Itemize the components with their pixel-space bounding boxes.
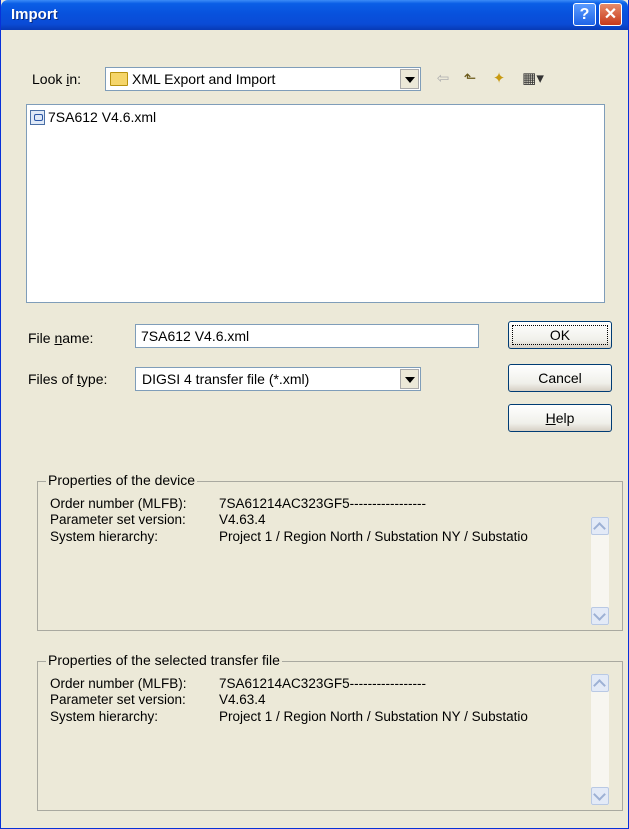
device-properties-group: Properties of the device Order number (M… <box>37 472 623 631</box>
window-title: Import <box>11 6 58 23</box>
scroll-up-icon[interactable] <box>591 517 609 535</box>
transfer-hierarchy-label: System hierarchy: <box>50 709 159 724</box>
import-dialog: Import ? ✕ Look in: XML Export and Impor… <box>0 0 629 829</box>
file-list[interactable]: 7SA612 V4.6.xml <box>26 104 605 303</box>
look-in-dropdown[interactable]: XML Export and Import <box>105 67 421 91</box>
look-in-label: Look in: <box>32 71 82 87</box>
help-button[interactable]: Help <box>508 404 612 432</box>
device-hierarchy-value: Project 1 / Region North / Substation NY… <box>219 529 528 544</box>
look-in-value: XML Export and Import <box>132 71 276 87</box>
transfer-properties-group: Properties of the selected transfer file… <box>37 652 623 811</box>
xml-file-icon <box>30 110 45 125</box>
scroll-down-icon[interactable] <box>591 787 609 805</box>
device-order-value: 7SA61214AC323GF5----------------- <box>219 496 427 511</box>
device-scrollbar[interactable] <box>591 517 609 625</box>
chevron-down-icon[interactable] <box>400 69 419 89</box>
file-item-name: 7SA612 V4.6.xml <box>48 109 157 125</box>
back-icon[interactable]: ⇦ <box>432 68 454 90</box>
cancel-button[interactable]: Cancel <box>508 364 612 392</box>
new-folder-icon[interactable]: ✦ <box>488 68 510 90</box>
title-bar[interactable]: Import ? ✕ <box>1 0 628 30</box>
device-param-label: Parameter set version: <box>50 512 186 527</box>
scroll-up-icon[interactable] <box>591 674 609 692</box>
transfer-param-value: V4.63.4 <box>219 692 266 707</box>
close-button[interactable]: ✕ <box>599 3 622 26</box>
file-name-input[interactable]: 7SA612 V4.6.xml <box>135 324 479 348</box>
scroll-down-icon[interactable] <box>591 607 609 625</box>
ok-button[interactable]: OK <box>508 321 612 349</box>
up-folder-icon[interactable]: ⬑ <box>459 68 481 90</box>
transfer-scrollbar[interactable] <box>591 674 609 805</box>
transfer-order-label: Order number (MLFB): <box>50 676 187 691</box>
view-menu-icon[interactable]: ▦▾ <box>518 68 548 90</box>
device-hierarchy-label: System hierarchy: <box>50 529 159 544</box>
transfer-param-label: Parameter set version: <box>50 692 186 707</box>
file-type-label: Files of type: <box>28 371 108 387</box>
file-name-label: File name: <box>28 330 94 346</box>
folder-icon <box>110 72 128 86</box>
file-type-dropdown[interactable]: DIGSI 4 transfer file (*.xml) <box>135 367 421 391</box>
transfer-order-value: 7SA61214AC323GF5----------------- <box>219 676 427 691</box>
transfer-hierarchy-value: Project 1 / Region North / Substation NY… <box>219 709 528 724</box>
device-order-label: Order number (MLFB): <box>50 496 187 511</box>
help-title-button[interactable]: ? <box>573 3 596 26</box>
chevron-down-icon[interactable] <box>400 369 419 389</box>
device-param-value: V4.63.4 <box>219 512 266 527</box>
